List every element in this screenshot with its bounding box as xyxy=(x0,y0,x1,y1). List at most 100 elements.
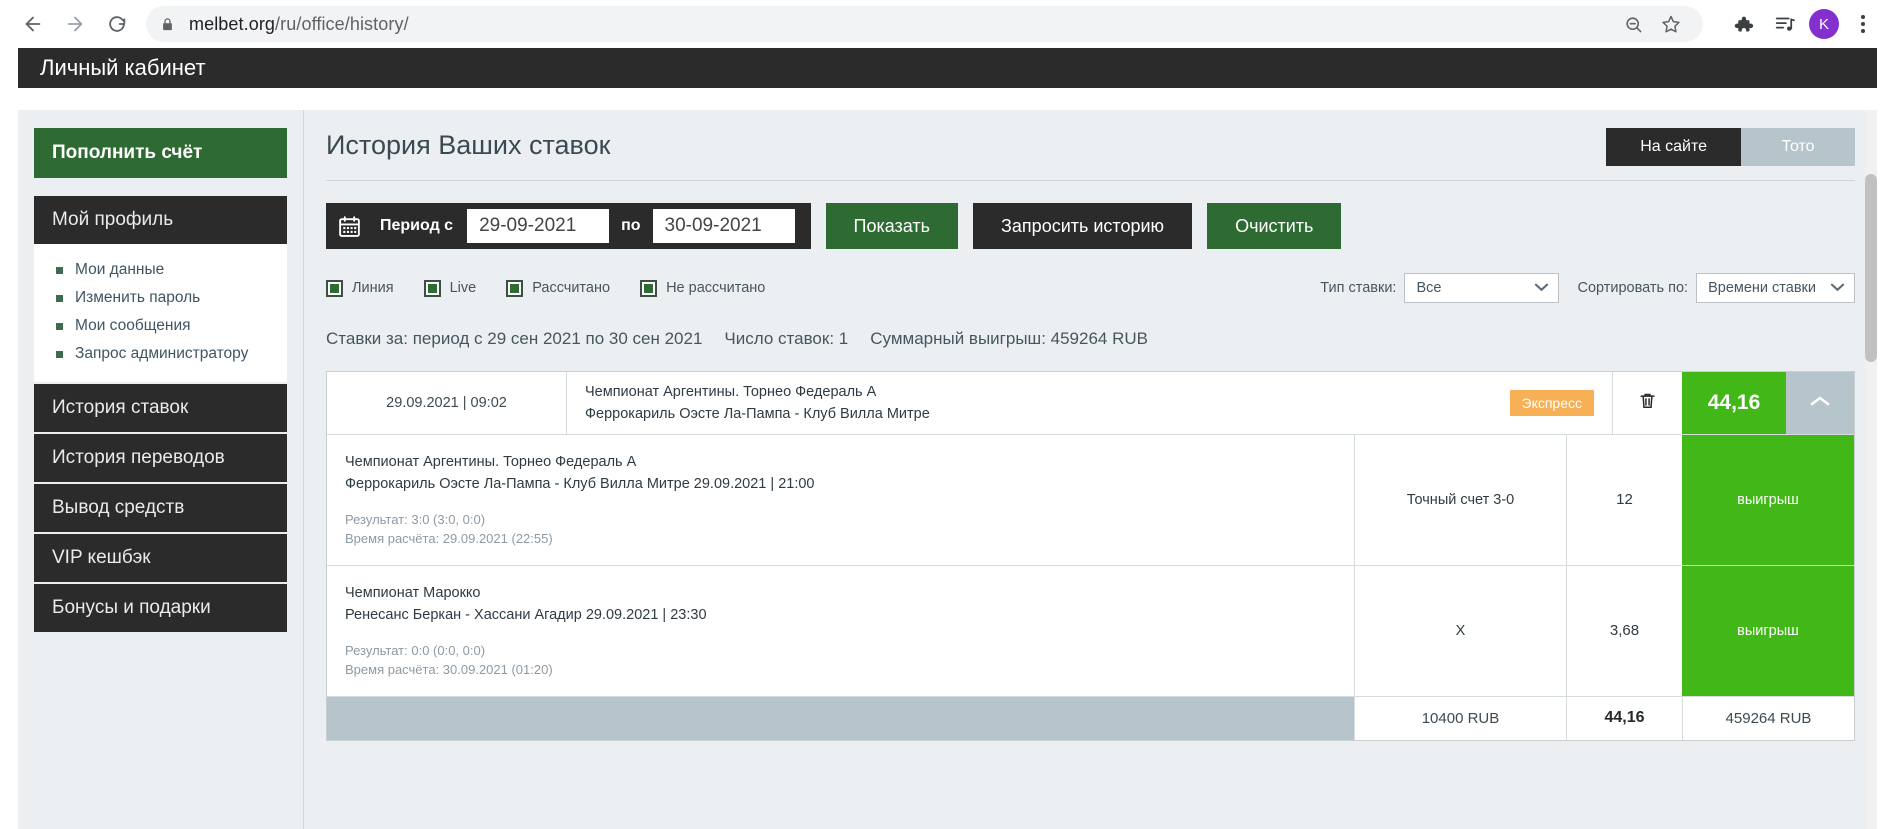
selection-info: Чемпионат Марокко Ренесанс Беркан - Хасс… xyxy=(327,566,1354,696)
date-to-input[interactable] xyxy=(652,209,795,243)
sort-by-label: Сортировать по: xyxy=(1577,280,1689,296)
reload-button[interactable] xyxy=(98,5,136,43)
sidebar: Пополнить счёт Мой профиль Мои данные Из… xyxy=(18,110,303,829)
clear-button[interactable]: Очистить xyxy=(1207,203,1342,249)
puzzle-icon[interactable] xyxy=(1725,6,1761,42)
bet-event-summary: Чемпионат Аргентины. Торнео Федераль А Ф… xyxy=(567,372,1492,434)
selection-status: выигрыш xyxy=(1682,565,1854,696)
star-icon[interactable] xyxy=(1653,6,1689,42)
selection-meta: Результат: 0:0 (0:0, 0:0) Время расчёта:… xyxy=(345,641,1336,680)
checkbox-line[interactable]: Линия xyxy=(326,279,394,297)
sidebar-item-my-data[interactable]: Мои данные xyxy=(34,256,287,284)
forward-button[interactable] xyxy=(56,5,94,43)
title-row: История Ваших ставок На сайте Тото xyxy=(326,128,1855,166)
url-text: melbet.org/ru/office/history/ xyxy=(189,14,409,35)
browser-extension-icons: K xyxy=(1725,6,1881,42)
bullet-icon xyxy=(56,266,63,274)
bet-badge-cell: Экспресс xyxy=(1492,372,1613,434)
bet-type-select[interactable]: Все xyxy=(1404,273,1560,303)
checkbox-box[interactable] xyxy=(326,279,343,297)
footer-coefficient: 44,16 xyxy=(1566,696,1682,740)
sidebar-item-change-password[interactable]: Изменить пароль xyxy=(34,284,287,312)
url-domain: melbet.org xyxy=(189,13,276,34)
avatar[interactable]: K xyxy=(1809,9,1839,39)
delete-bet-button[interactable] xyxy=(1612,372,1682,434)
back-button[interactable] xyxy=(14,5,52,43)
summary-count: Число ставок: 1 xyxy=(724,329,849,348)
forward-arrow-icon xyxy=(64,13,86,35)
main-inner: История Ваших ставок На сайте Тото Перио… xyxy=(304,110,1877,741)
main-content: История Ваших ставок На сайте Тото Перио… xyxy=(303,110,1877,829)
chevron-down-icon xyxy=(1534,282,1549,295)
chevron-down-icon xyxy=(1830,282,1845,295)
footer-stake: 10400 RUB xyxy=(1354,696,1566,740)
filter-bar: Период с по Показать Запросить историю О… xyxy=(326,203,1855,249)
checkbox-unsettled[interactable]: Не рассчитано xyxy=(640,279,765,297)
summary-period: Ставки за: период с 29 сен 2021 по 30 се… xyxy=(326,329,703,348)
bullet-icon xyxy=(56,294,63,302)
history-tabs: На сайте Тото xyxy=(1606,128,1855,166)
search-icon[interactable] xyxy=(1615,6,1651,42)
sidebar-profile-submenu: Мои данные Изменить пароль Мои сообщения… xyxy=(34,244,287,382)
bet-selection-row: Чемпионат Марокко Ренесанс Беркан - Хасс… xyxy=(327,564,1854,696)
deposit-button[interactable]: Пополнить счёт xyxy=(34,128,287,178)
tab-toto[interactable]: Тото xyxy=(1741,128,1855,166)
checkbox-live[interactable]: Live xyxy=(423,279,476,297)
sidebar-item-admin-request[interactable]: Запрос администратору xyxy=(34,340,287,368)
date-from-input[interactable] xyxy=(467,209,610,243)
sidebar-section-profile[interactable]: Мой профиль xyxy=(34,196,287,244)
page-title: История Ваших ставок xyxy=(326,130,611,160)
footer-spacer xyxy=(327,696,1354,740)
kebab-menu-icon[interactable] xyxy=(1845,6,1881,42)
reload-icon xyxy=(106,13,128,35)
selection-teams: Феррокариль Оэсте Ла-Пампа - Клуб Вилла … xyxy=(345,476,815,493)
trash-icon xyxy=(1638,391,1657,415)
filters-row: Линия Live Рассчитано Не рассчитано Тип … xyxy=(326,273,1855,303)
content-wrapper: Пополнить счёт Мой профиль Мои данные Из… xyxy=(0,88,1895,829)
selection-info: Чемпионат Аргентины. Торнео Федераль А Ф… xyxy=(327,435,1354,565)
collapse-bet-button[interactable] xyxy=(1786,372,1854,434)
selection-result: Результат: 3:0 (3:0, 0:0) xyxy=(345,511,486,527)
checkbox-box[interactable] xyxy=(640,279,658,297)
period-label: Период с xyxy=(380,217,454,234)
selection-meta: Результат: 3:0 (3:0, 0:0) Время расчёта:… xyxy=(345,510,1336,549)
sidebar-item-label: Мои данные xyxy=(75,261,165,278)
footer-win: 459264 RUB xyxy=(1682,696,1854,740)
calendar-icon[interactable] xyxy=(326,203,372,249)
sidebar-item-label: Изменить пароль xyxy=(75,289,201,306)
bet-datetime: 29.09.2021 | 09:02 xyxy=(327,372,567,434)
sidebar-item-label: Запрос администратору xyxy=(75,345,249,362)
sort-by-select[interactable]: Времени ставки xyxy=(1696,273,1855,303)
selection-odd: 3,68 xyxy=(1566,565,1682,696)
page-scrollbar-thumb[interactable] xyxy=(1865,174,1877,362)
selection-status: выигрыш xyxy=(1682,435,1854,565)
sidebar-item-vip-cashback[interactable]: VIP кешбэк xyxy=(34,534,287,582)
selection-teams: Ренесанс Беркан - Хассани Агадир 29.09.2… xyxy=(345,607,707,624)
sidebar-item-bonuses-gifts[interactable]: Бонусы и подарки xyxy=(34,584,287,632)
request-history-button[interactable]: Запросить историю xyxy=(973,203,1193,249)
bet-type-filter: Тип ставки: Все xyxy=(1320,273,1560,303)
bet-total-coefficient: 44,16 xyxy=(1682,372,1786,434)
sidebar-item-withdraw[interactable]: Вывод средств xyxy=(34,484,287,532)
checkbox-box[interactable] xyxy=(506,279,524,297)
playlist-music-icon[interactable] xyxy=(1767,6,1803,42)
sort-by-value: Времени ставки xyxy=(1708,280,1816,296)
selection-pick: Точный счет 3-0 xyxy=(1354,435,1566,565)
sidebar-item-label: Мои сообщения xyxy=(75,317,191,334)
status-badge: Экспресс xyxy=(1509,390,1594,416)
show-button[interactable]: Показать xyxy=(825,203,959,249)
page-scrollbar-track[interactable] xyxy=(1865,110,1877,829)
checkbox-settled[interactable]: Рассчитано xyxy=(506,279,610,297)
sidebar-item-transfer-history[interactable]: История переводов xyxy=(34,434,287,482)
tab-on-site[interactable]: На сайте xyxy=(1606,128,1741,166)
sort-by-filter: Сортировать по: Времени ставки xyxy=(1577,273,1855,303)
chevron-up-icon xyxy=(1809,394,1831,413)
selection-calc-time: Время расчёта: 29.09.2021 (22:55) xyxy=(345,531,553,547)
omnibox-actions xyxy=(1615,6,1689,42)
checkbox-label: Линия xyxy=(352,280,394,296)
address-bar[interactable]: melbet.org/ru/office/history/ xyxy=(146,6,1703,42)
checkbox-box[interactable] xyxy=(423,279,441,297)
sidebar-item-bet-history[interactable]: История ставок xyxy=(34,384,287,432)
sidebar-item-my-messages[interactable]: Мои сообщения xyxy=(34,312,287,340)
bullet-icon xyxy=(56,350,63,358)
